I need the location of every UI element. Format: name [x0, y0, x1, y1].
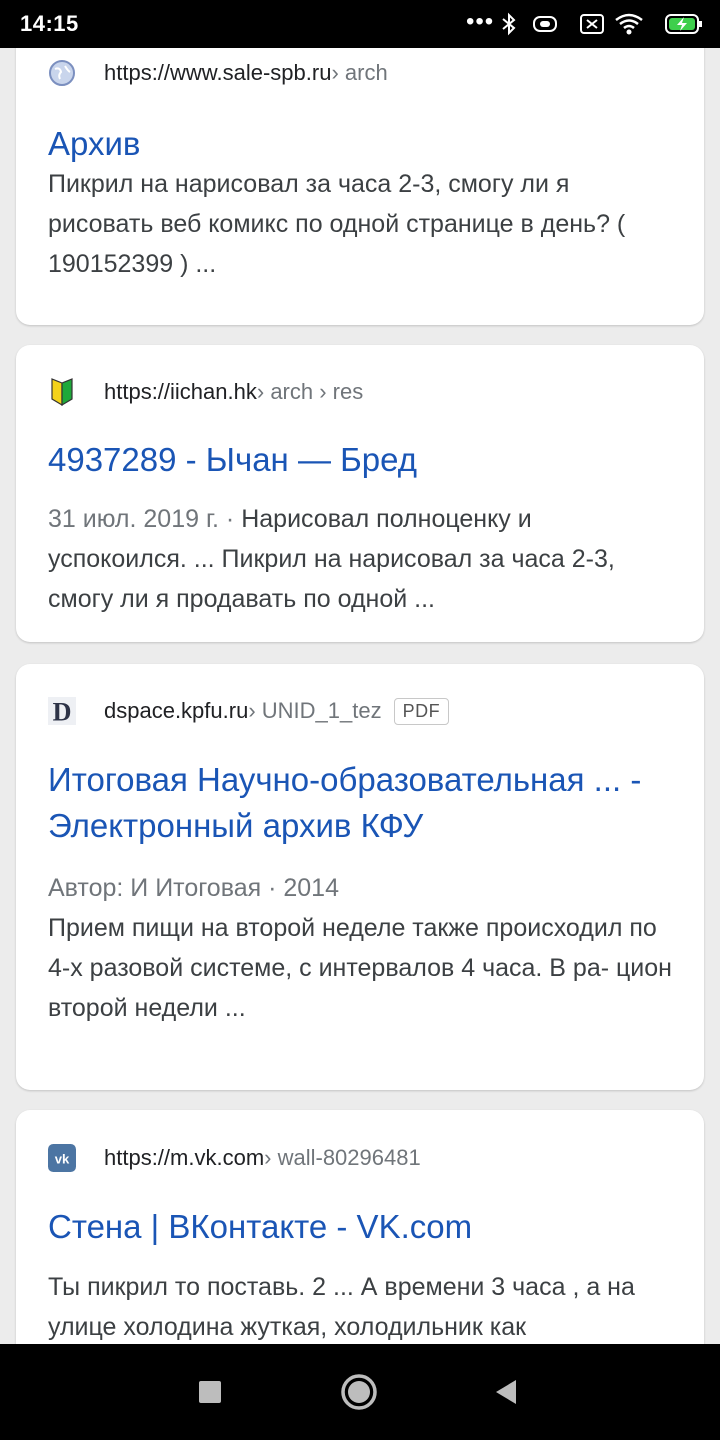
vk-icon: vk [48, 1144, 76, 1172]
home-button[interactable] [309, 1344, 409, 1440]
result-snippet-text: Пикрил на нарисовал за часа 2-3, смогу л… [48, 170, 626, 278]
battery-charging-icon [664, 12, 704, 41]
result-snippet-text: Ты пикрил то поставь. 2 ... А времени 3 … [48, 1273, 635, 1341]
status-time: 14:15 [20, 11, 79, 36]
result-title[interactable]: Стена | ВКонтакте - VK.com [48, 1204, 672, 1250]
wifi-icon [614, 12, 644, 41]
status-bar: 14:15 ••• [0, 0, 720, 48]
result-card: https://www.sale-spb.ru › arch Архив Пик… [16, 48, 704, 325]
result-url: dspace.kpfu.ru [104, 698, 249, 723]
bluetooth-icon [498, 12, 520, 41]
result-path: › UNID_1_tez [248, 698, 382, 723]
search-results: https://www.sale-spb.ru › arch Архив Пик… [0, 48, 720, 1344]
dspace-d-icon: D [48, 697, 76, 726]
svg-text:vk: vk [55, 1151, 70, 1166]
navigation-bar [0, 1344, 720, 1440]
result-card: vk https://m.vk.com › wall-80296481 Стен… [16, 1110, 704, 1344]
home-circle-icon [341, 1374, 377, 1410]
result-url: https://iichan.hk [104, 379, 257, 404]
result-title[interactable]: Архив [48, 121, 672, 167]
recents-button[interactable] [160, 1344, 260, 1440]
more-notifications-icon: ••• [466, 8, 495, 35]
result-path: › wall-80296481 [264, 1145, 421, 1170]
result-card: https://iichan.hk › arch › res 4937289 -… [16, 345, 704, 642]
result-path: › arch [331, 60, 388, 85]
result-title[interactable]: Итоговая Научно-образовательная ... - Эл… [48, 757, 672, 849]
result-path: › arch › res [256, 379, 364, 404]
result-meta: Автор: И Итоговая · 2014 [48, 874, 339, 902]
result-url: https://www.sale-spb.ru [104, 60, 332, 85]
result-source[interactable]: https://www.sale-spb.ru › arch [48, 55, 388, 91]
result-source[interactable]: D dspace.kpfu.ru › UNID_1_tez PDF [48, 693, 450, 729]
result-date: 31 июл. 2019 г. · [48, 505, 242, 533]
vibrate-icon [530, 12, 560, 41]
result-url: https://m.vk.com [104, 1145, 265, 1170]
result-source[interactable]: https://iichan.hk › arch › res [48, 374, 363, 410]
recents-square-icon [199, 1381, 221, 1403]
result-snippet: Пикрил на нарисовал за часа 2-3, смогу л… [48, 164, 676, 284]
svg-text:D: D [53, 697, 72, 726]
no-sim-icon [578, 12, 606, 41]
back-triangle-icon [496, 1380, 516, 1404]
result-snippet: Ты пикрил то поставь. 2 ... А времени 3 … [48, 1267, 676, 1344]
back-button[interactable] [456, 1344, 556, 1440]
beginner-leaf-icon [48, 378, 76, 407]
result-card: D dspace.kpfu.ru › UNID_1_tez PDF Итогов… [16, 664, 704, 1090]
result-source[interactable]: vk https://m.vk.com › wall-80296481 [48, 1140, 421, 1176]
globe-icon [48, 59, 76, 87]
result-snippet: Автор: И Итоговая · 2014 Прием пищи на в… [48, 868, 676, 1028]
result-snippet-text: Прием пищи на второй неделе также происх… [48, 914, 672, 1022]
pdf-badge: PDF [393, 697, 450, 725]
result-snippet: 31 июл. 2019 г. · Нарисовал полноценку и… [48, 499, 676, 619]
result-title[interactable]: 4937289 - Ычан — Бред [48, 437, 672, 483]
